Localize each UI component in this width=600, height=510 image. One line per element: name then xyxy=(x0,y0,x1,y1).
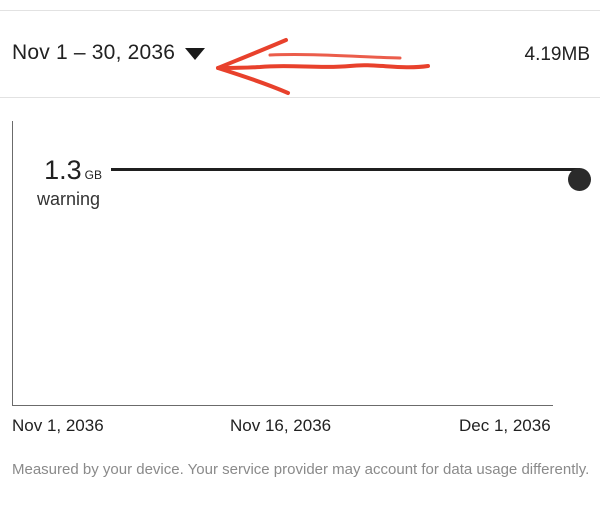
x-axis-tick-end: Dec 1, 2036 xyxy=(459,416,551,435)
measurement-disclaimer: Measured by your device. Your service pr… xyxy=(12,461,590,478)
warning-limit-number: 1.3 xyxy=(44,155,82,185)
warning-limit-drag-handle[interactable] xyxy=(568,168,591,191)
x-axis-line xyxy=(12,405,553,406)
x-axis-tick-mid: Nov 16, 2036 xyxy=(230,416,332,435)
x-axis-tick-start: Nov 1, 2036 xyxy=(12,416,104,435)
billing-cycle-row: Nov 1 – 30, 2036 4.19MB xyxy=(0,11,600,97)
warning-limit-value: 1.3 GB xyxy=(44,155,102,186)
warning-limit-label: warning xyxy=(37,189,101,209)
dropdown-arrow-icon xyxy=(185,48,206,60)
data-usage-chart: 1.3 GB warning Nov 1, 2036 Nov 16, 2036 … xyxy=(0,98,600,450)
billing-cycle-label: Nov 1 – 30, 2036 xyxy=(12,41,176,64)
warning-limit-line[interactable] xyxy=(111,168,580,171)
red-annotation-arrow-icon xyxy=(216,38,430,95)
billing-cycle-dropdown[interactable]: Nov 1 – 30, 2036 xyxy=(12,41,206,65)
warning-limit-unit: GB xyxy=(84,168,102,182)
total-data-usage: 4.19MB xyxy=(524,44,590,65)
y-axis-line xyxy=(12,121,13,406)
